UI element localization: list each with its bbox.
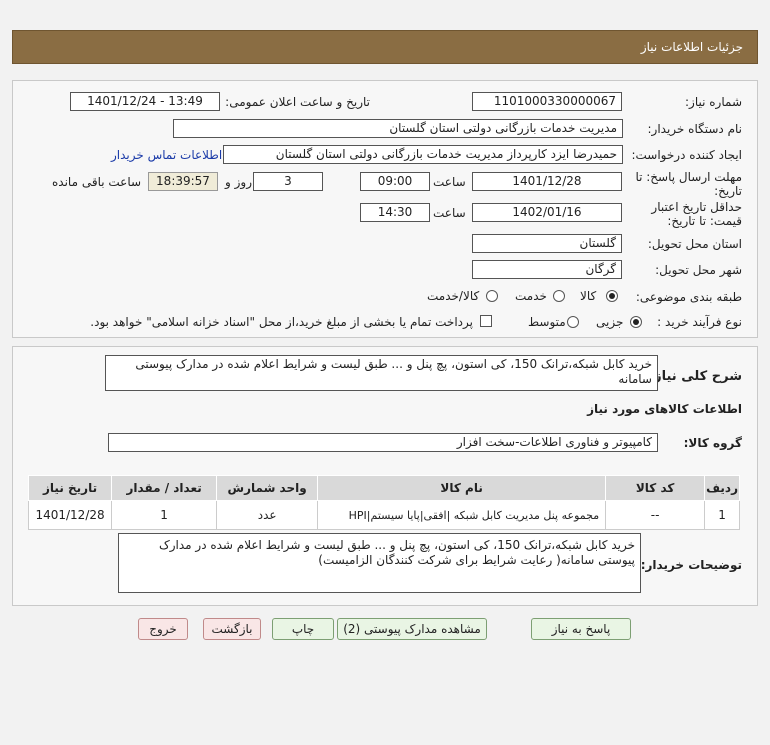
category-radio-goods-service[interactable] [486,290,498,302]
reply-button[interactable]: پاسخ به نیاز [531,618,631,640]
exit-button[interactable]: خروج [138,618,188,640]
goods-info-heading: اطلاعات کالاهای مورد نیاز [587,402,742,416]
province-field: گلستان [472,234,622,253]
buyer-notes-label: توضیحات خریدار: [640,558,742,572]
goods-table-header: ردیف کد کالا نام کالا واحد شمارش تعداد /… [27,475,740,501]
need-number-field: 1101000330000067 [472,92,622,111]
deadline-time-field: 09:00 [360,172,430,191]
col-header-name: نام کالا [317,475,607,501]
buyer-notes-field: خرید کابل شبکه،ترانک 150، کی استون، پچ پ… [118,533,641,593]
requester-label: ایجاد کننده درخواست: [631,148,742,162]
cell-date: 1401/12/28 [27,500,113,530]
category-option-service: خدمت [515,289,547,303]
goods-group-field: کامپیوتر و فناوری اطلاعات-سخت افزار [108,433,658,452]
cell-code: -- [605,500,706,530]
category-radio-goods[interactable] [606,290,618,302]
category-option-goods-service: کالا/خدمت [427,289,480,303]
col-header-code: کد کالا [605,475,706,501]
process-label: نوع فرآیند خرید : [657,315,742,329]
process-radio-minor[interactable] [630,316,642,328]
attachments-button[interactable]: مشاهده مدارک پیوستی (2) [337,618,487,640]
table-row: 1 -- مجموعه پنل مدیریت کابل شبکه |افقی|پ… [27,500,740,530]
col-header-date: تاریخ نیاز [27,475,113,501]
col-header-unit: واحد شمارش [216,475,319,501]
deadline-label-line2: تاریخ: [714,184,742,198]
col-header-row: ردیف [704,475,740,501]
treasury-payment-note: پرداخت تمام یا بخشی از مبلغ خرید،از محل … [90,315,473,329]
page-title: جزئیات اطلاعات نیاز [640,40,743,54]
validity-time-field: 14:30 [360,203,430,222]
city-field: گرگان [472,260,622,279]
announce-field: 1401/12/24 - 13:49 [70,92,220,111]
deadline-label-line1: مهلت ارسال پاسخ: تا [635,170,742,184]
description-field: خرید کابل شبکه،ترانک 150، کی استون، پچ پ… [105,355,658,391]
process-option-medium: متوسط [528,315,566,329]
announce-label: تاریخ و ساعت اعلان عمومی: [225,95,370,109]
deadline-time-label: ساعت [433,175,466,189]
buyer-org-label: نام دستگاه خریدار: [647,122,743,136]
validity-time-label: ساعت [433,206,466,220]
process-option-minor: جزیی [596,315,624,329]
need-number-label: شماره نیاز: [685,95,742,109]
validity-label-line1: حداقل تاریخ اعتبار [651,200,742,214]
category-option-goods: کالا [580,289,597,303]
cell-unit: عدد [216,500,319,530]
deadline-days-label: روز و [225,175,252,189]
process-radio-medium[interactable] [567,316,579,328]
buyer-contact-link[interactable]: اطلاعات تماس خریدار [111,148,222,162]
buyer-org-field: مدیریت خدمات بازرگانی دولتی استان گلستان [173,119,623,138]
description-label: شرح کلی نیاز: [648,369,742,384]
requester-field: حمیدرضا ایزد کارپرداز مدیریت خدمات بازرگ… [223,145,623,164]
remaining-time-field: 18:39:57 [148,172,218,191]
print-button[interactable]: چاپ [272,618,334,640]
back-button[interactable]: بازگشت [203,618,261,640]
category-label: طبقه بندی موضوعی: [635,290,742,304]
deadline-days-field: 3 [253,172,323,191]
cell-name: مجموعه پنل مدیریت کابل شبکه |افقی|پایا س… [317,500,607,530]
deadline-date-field: 1401/12/28 [472,172,622,191]
category-radio-service[interactable] [553,290,565,302]
validity-date-field: 1402/01/16 [472,203,622,222]
goods-group-label: گروه کالا: [683,436,742,450]
cell-row: 1 [704,500,740,530]
province-label: استان محل تحویل: [647,237,742,251]
page-header: جزئیات اطلاعات نیاز [12,30,758,64]
treasury-payment-checkbox[interactable] [480,315,492,327]
validity-label-line2: قیمت: تا تاریخ: [667,214,742,228]
goods-table: ردیف کد کالا نام کالا واحد شمارش تعداد /… [27,475,740,530]
city-label: شهر محل تحویل: [655,263,742,277]
remaining-time-label: ساعت باقی مانده [52,175,142,189]
col-header-quantity: تعداد / مقدار [111,475,218,501]
cell-quantity: 1 [111,500,218,530]
